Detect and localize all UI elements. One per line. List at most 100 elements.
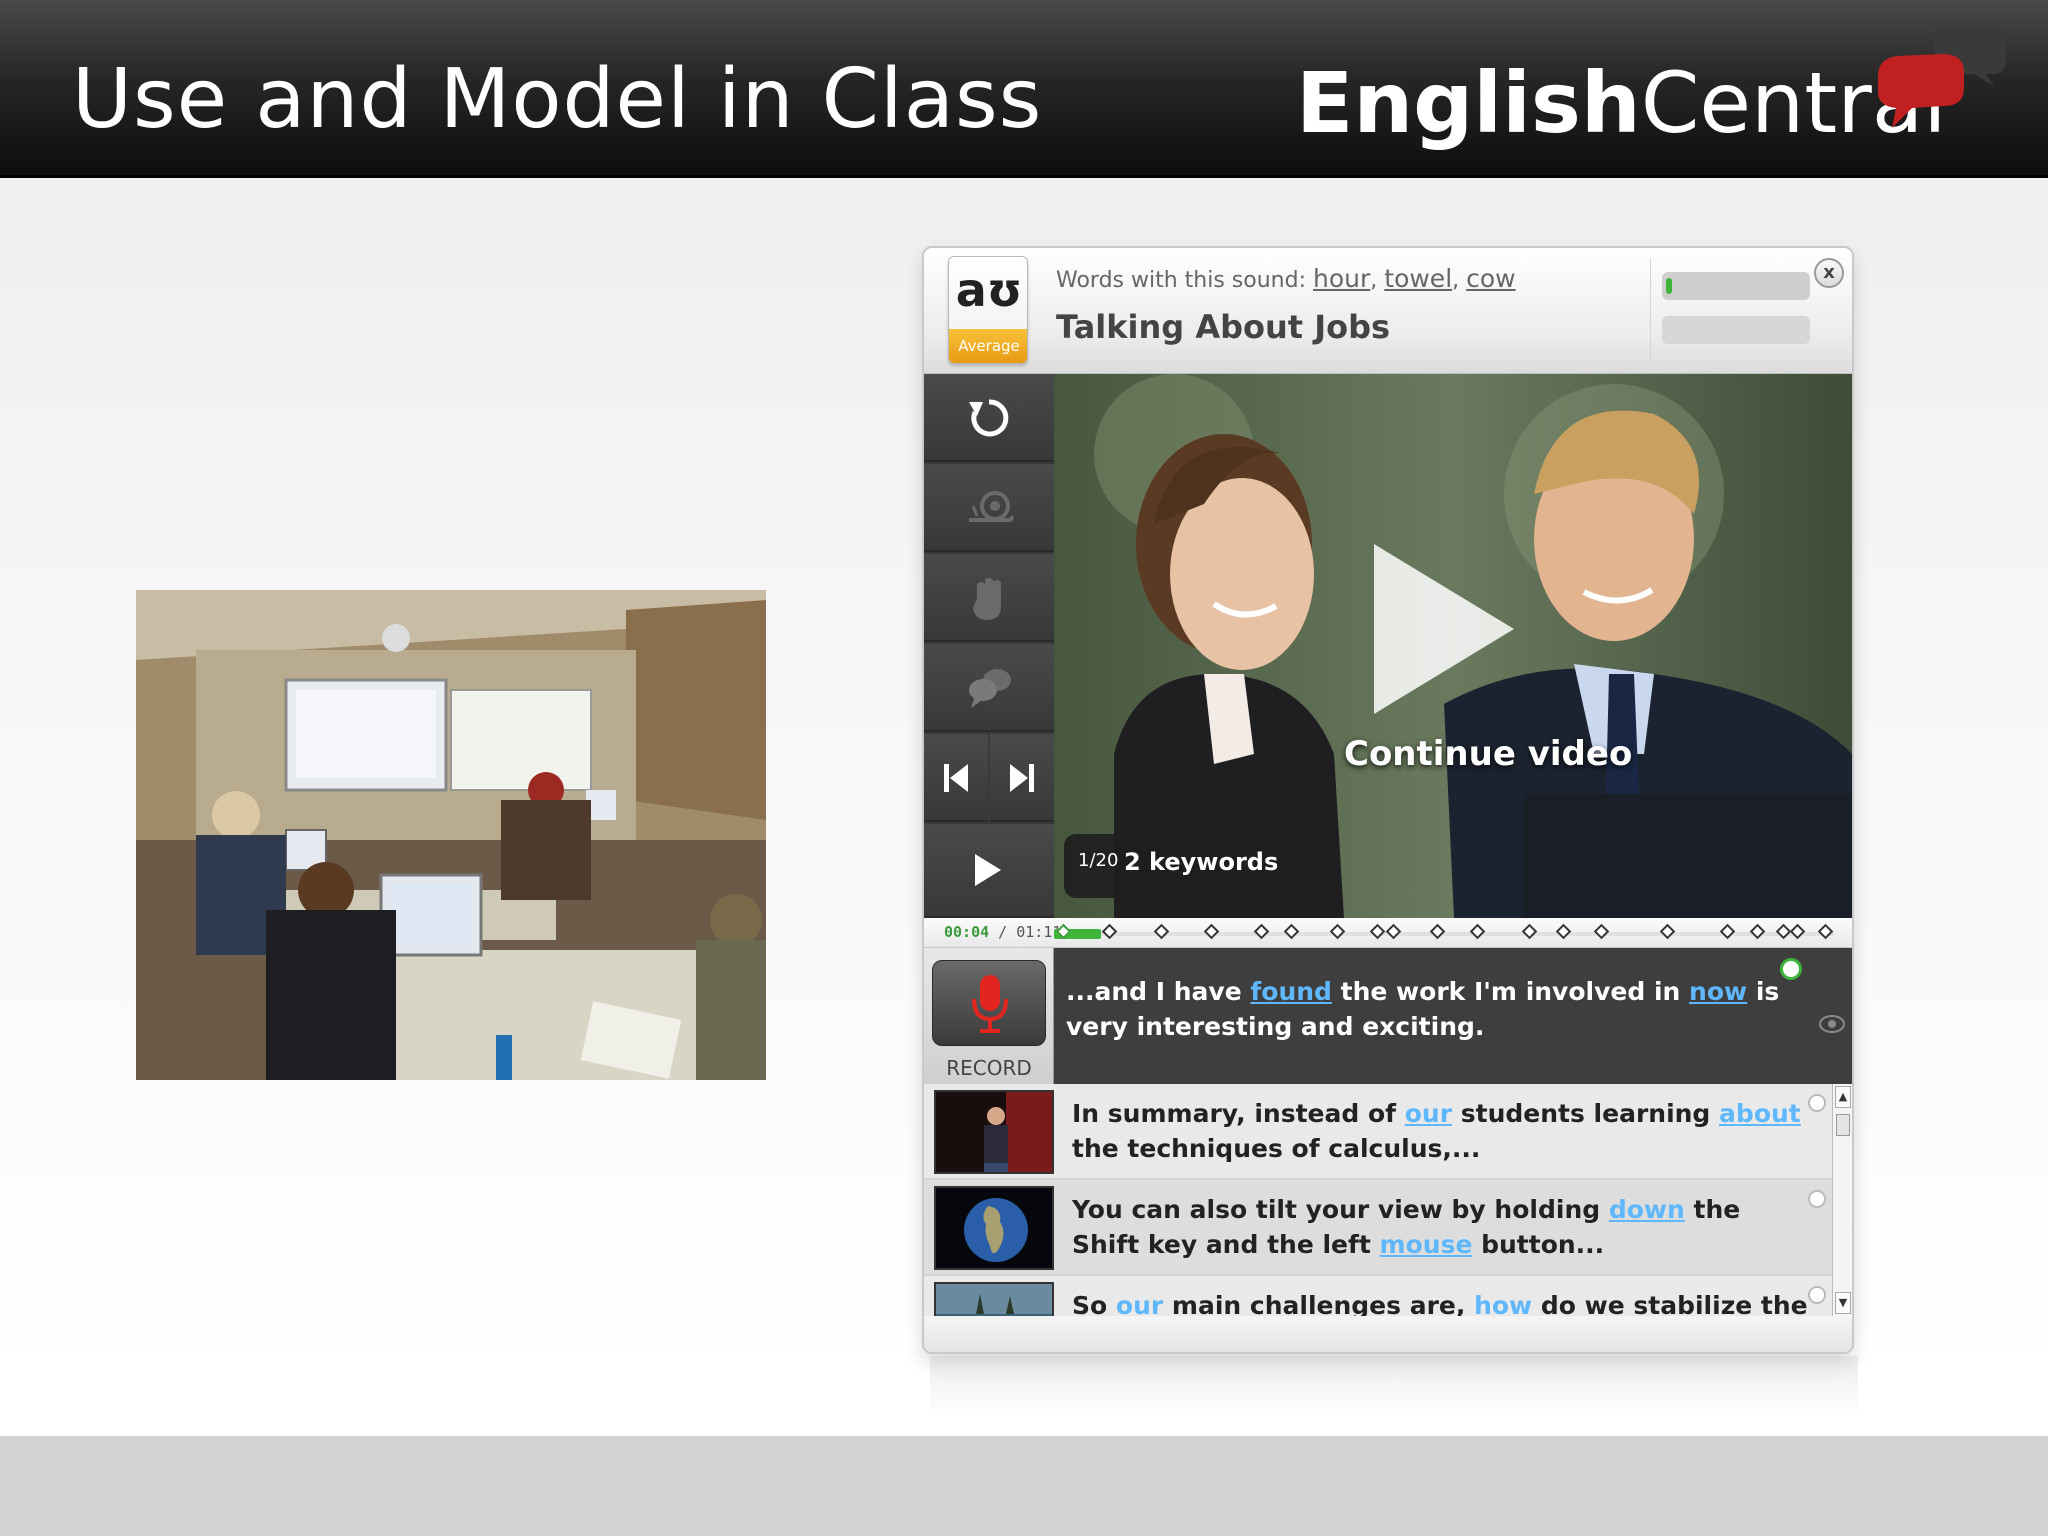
keyword-link[interactable]: our xyxy=(1405,1099,1452,1128)
video-area[interactable]: Continue video 1/20 2 keywords xyxy=(1054,374,1852,918)
line-marker[interactable] xyxy=(1659,923,1676,940)
sound-badge[interactable]: aʊ Average xyxy=(948,256,1028,364)
keyword-link[interactable]: about xyxy=(1719,1099,1801,1128)
line-text: ...and I have xyxy=(1066,977,1251,1006)
keyword-link[interactable]: now xyxy=(1689,977,1747,1006)
list-item-text: In summary, instead of our students lear… xyxy=(1072,1096,1812,1166)
line-marker[interactable] xyxy=(1153,923,1170,940)
secondary-progress-bar xyxy=(1662,316,1810,344)
list-item-text: You can also tilt your view by holding d… xyxy=(1072,1192,1812,1262)
record-button[interactable] xyxy=(932,960,1046,1046)
list-item[interactable]: You can also tilt your view by holding d… xyxy=(924,1180,1832,1276)
list-item-text: So our main challenges are, how do we st… xyxy=(1072,1288,1812,1316)
lesson-title: Talking About Jobs xyxy=(1056,308,1391,346)
line-marker[interactable] xyxy=(1749,923,1766,940)
sound-symbol: aʊ xyxy=(955,263,1023,317)
line-text: students learning xyxy=(1452,1099,1720,1128)
line-marker[interactable] xyxy=(1385,923,1402,940)
line-marker[interactable] xyxy=(1555,923,1572,940)
hand-button[interactable] xyxy=(924,554,1054,642)
score-progress-fill xyxy=(1666,278,1672,294)
line-text: button... xyxy=(1472,1230,1605,1259)
microphone-icon xyxy=(972,975,1008,1033)
line-marker[interactable] xyxy=(1469,923,1486,940)
line-text: main challenges are, xyxy=(1163,1291,1475,1316)
next-icon xyxy=(1010,764,1034,792)
score-progress-bar xyxy=(1662,272,1810,300)
replay-button[interactable] xyxy=(924,374,1054,462)
line-marker[interactable] xyxy=(1329,923,1346,940)
keyword-link[interactable]: how xyxy=(1474,1291,1532,1316)
scroll-down-button[interactable]: ▼ xyxy=(1835,1292,1851,1314)
current-line-row: RECORD ...and I have found the work I'm … xyxy=(924,948,1852,1084)
replay-icon xyxy=(969,399,1009,437)
close-button[interactable]: x xyxy=(1814,258,1844,288)
list-item-radio[interactable] xyxy=(1808,1190,1826,1208)
slow-button[interactable] xyxy=(924,464,1054,552)
scroll-up-button[interactable]: ▲ xyxy=(1835,1086,1851,1108)
line-text: In summary, instead of xyxy=(1072,1099,1405,1128)
line-count: 1/20 xyxy=(1078,850,1119,871)
eye-icon[interactable] xyxy=(1818,1012,1846,1036)
continue-video-label[interactable]: Continue video xyxy=(1344,734,1632,774)
player-header: aʊ Average Words with this sound: hour, … xyxy=(924,248,1852,374)
keyword-link[interactable]: down xyxy=(1609,1195,1685,1224)
line-marker[interactable] xyxy=(1521,923,1538,940)
keyword-link[interactable]: our xyxy=(1116,1291,1163,1316)
line-marker[interactable] xyxy=(1283,923,1300,940)
list-item[interactable]: In summary, instead of our students lear… xyxy=(924,1084,1832,1180)
line-marker[interactable] xyxy=(1101,923,1118,940)
play-icon xyxy=(975,854,1001,886)
line-marker[interactable] xyxy=(1789,923,1806,940)
header-divider xyxy=(1650,258,1651,362)
sea-vessel-thumbnail xyxy=(936,1284,1052,1316)
line-marker[interactable] xyxy=(1429,923,1446,940)
speech-bubbles-icon xyxy=(969,669,1011,708)
sound-word-link[interactable]: towel xyxy=(1384,264,1452,293)
keyword-link[interactable]: mouse xyxy=(1380,1230,1473,1259)
list-item-thumbnail xyxy=(934,1282,1054,1316)
player-reflection xyxy=(930,1356,1858,1416)
timeline[interactable]: 00:04 / 01:11 xyxy=(924,918,1852,948)
time-separator: / xyxy=(989,923,1017,941)
englishcentral-logo: EnglishCentral xyxy=(1296,28,2016,154)
speak-button[interactable] xyxy=(924,644,1054,732)
previous-button[interactable] xyxy=(924,734,988,822)
line-marker[interactable] xyxy=(1719,923,1736,940)
control-column xyxy=(924,374,1054,918)
play-button[interactable] xyxy=(924,824,1054,918)
line-marker[interactable] xyxy=(1203,923,1220,940)
hand-icon xyxy=(973,578,1001,620)
list-scrollbar[interactable]: ▲ ▼ xyxy=(1832,1084,1852,1316)
bottom-band xyxy=(0,1436,2048,1536)
line-marker[interactable] xyxy=(1817,923,1834,940)
line-marker[interactable] xyxy=(1369,923,1386,940)
logo-text-bold: English xyxy=(1296,54,1641,152)
line-text: You can also tilt your view by holding xyxy=(1072,1195,1609,1224)
line-marker[interactable] xyxy=(1593,923,1610,940)
slow-icon xyxy=(969,491,1014,522)
keyword-link[interactable]: found xyxy=(1250,977,1332,1006)
list-item-radio[interactable] xyxy=(1808,1286,1826,1304)
speaker-on-stage-thumbnail xyxy=(936,1092,1052,1172)
list-item[interactable]: So our main challenges are, how do we st… xyxy=(924,1276,1832,1316)
record-cell: RECORD xyxy=(924,948,1054,1084)
line-text: the techniques of calculus,... xyxy=(1072,1134,1481,1163)
list-item-radio[interactable] xyxy=(1808,1094,1826,1112)
record-label: RECORD xyxy=(946,1056,1032,1080)
player-footer xyxy=(924,1316,1852,1352)
keywords-chip[interactable]: 1/20 2 keywords xyxy=(1064,834,1278,898)
current-line-text: ...and I have found the work I'm involve… xyxy=(1066,974,1786,1044)
sound-word-link[interactable]: cow xyxy=(1466,264,1516,293)
sound-word-link[interactable]: hour xyxy=(1313,264,1370,293)
line-list: In summary, instead of our students lear… xyxy=(924,1084,1852,1316)
scroll-thumb[interactable] xyxy=(1836,1114,1850,1136)
speech-bubbles-logo-icon xyxy=(1878,28,2006,128)
line-status-indicator xyxy=(1780,958,1802,980)
time-readout: 00:04 / 01:11 xyxy=(944,923,1061,941)
line-marker[interactable] xyxy=(1253,923,1270,940)
sound-level-badge: Average xyxy=(949,329,1027,363)
list-item-thumbnail xyxy=(934,1186,1054,1270)
next-button[interactable] xyxy=(990,734,1054,822)
sound-words-prefix: Words with this sound: xyxy=(1056,268,1306,293)
